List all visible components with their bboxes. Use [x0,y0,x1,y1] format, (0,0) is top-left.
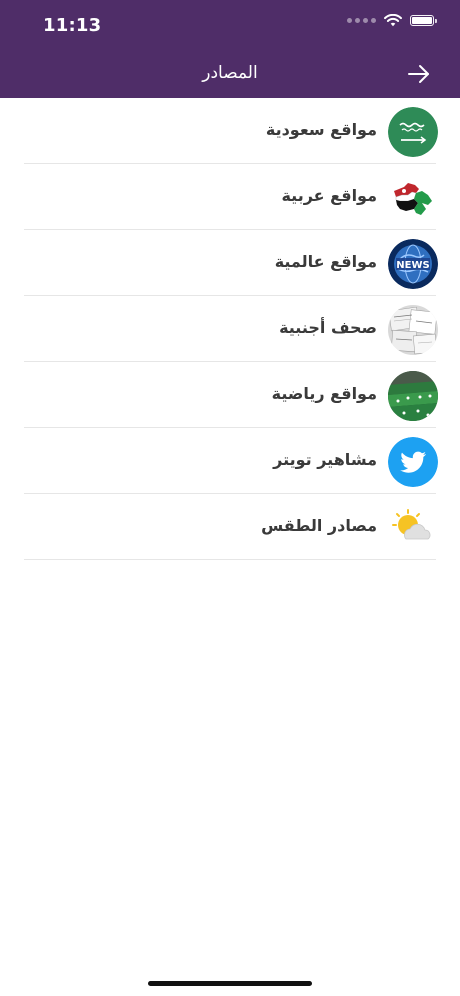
back-button[interactable] [406,63,432,85]
arab-map-icon [388,173,438,223]
arrow-right-icon [408,65,429,83]
weather-sun-cloud-icon [388,503,438,553]
list-item-label: مواقع عربية [281,186,377,205]
divider [24,559,436,560]
twitter-bird-icon [388,437,438,487]
status-time: 11:13 [43,15,102,36]
page-title: المصادر [202,63,258,83]
list-item[interactable]: صحف أجنبية [0,296,460,362]
wifi-icon [384,14,402,27]
list-item-label: مصادر الطقس [261,516,377,535]
list-item-label: مواقع رياضية [271,384,377,403]
list-item[interactable]: مشاهير تويتر [0,428,460,494]
sources-list: مواقع سعودية مواقع عربية NEWS مواقع عالم… [0,98,460,560]
cellular-signal-icon [347,18,376,23]
foreign-newspapers-icon [388,305,438,355]
stadium-crowd-icon [388,371,438,421]
list-item-label: مشاهير تويتر [273,450,377,469]
list-item[interactable]: مصادر الطقس [0,494,460,560]
sources-screen: 11:13 المصادر مواقع سعودية مواقع عربية N… [0,0,460,996]
list-item[interactable]: NEWS مواقع عالمية [0,230,460,296]
status-icons [347,14,437,27]
header: 11:13 المصادر [0,0,460,98]
list-item-label: مواقع سعودية [265,120,377,139]
list-item[interactable]: مواقع رياضية [0,362,460,428]
list-item[interactable]: مواقع سعودية [0,98,460,164]
world-news-globe-icon: NEWS [388,239,438,289]
list-item[interactable]: مواقع عربية [0,164,460,230]
svg-text:NEWS: NEWS [396,260,429,271]
list-item-label: صحف أجنبية [279,318,377,337]
battery-icon [410,15,437,26]
saudi-flag-icon [388,107,438,157]
list-item-label: مواقع عالمية [274,252,377,271]
home-indicator[interactable] [148,981,312,986]
